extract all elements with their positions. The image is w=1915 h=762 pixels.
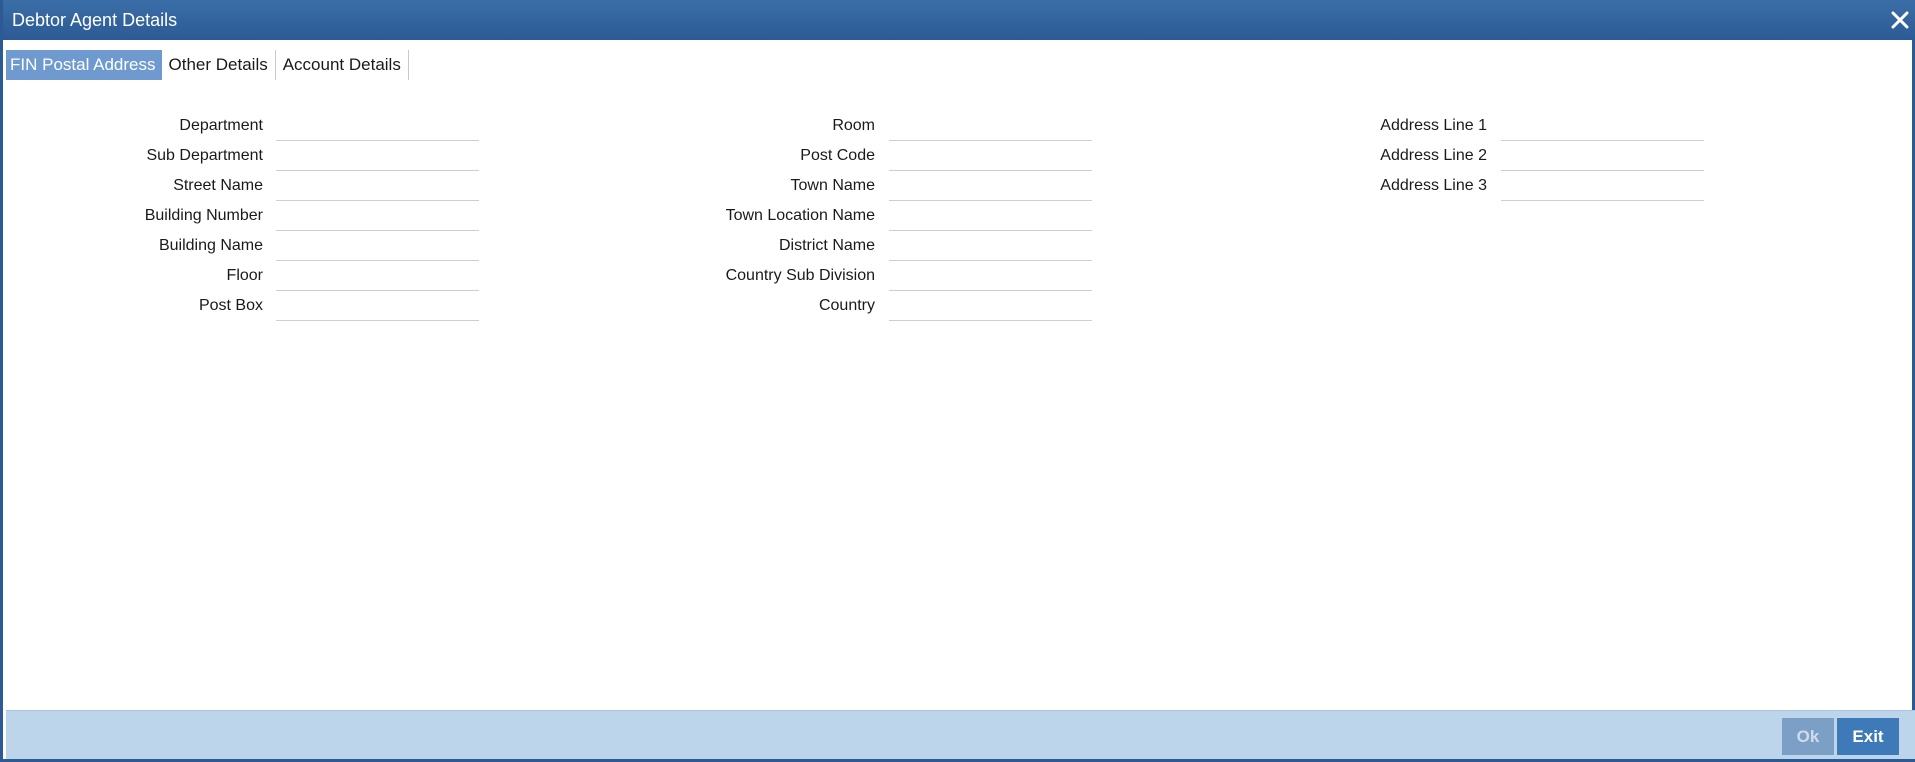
room-input[interactable] — [889, 111, 1092, 141]
street-name-label: Street Name — [173, 177, 263, 194]
close-icon[interactable] — [1888, 8, 1912, 32]
title-bar: Debtor Agent Details — [3, 0, 1915, 40]
building-name-row: Building Name — [3, 231, 263, 261]
tab-bar: FIN Postal Address Other Details Account… — [6, 50, 409, 80]
address-line-1-row: Address Line 1 — [1103, 111, 1487, 141]
department-label: Department — [179, 117, 263, 134]
country-input[interactable] — [889, 291, 1092, 321]
address-line-3-row: Address Line 3 — [1103, 171, 1487, 201]
town-name-input[interactable] — [889, 171, 1092, 201]
address-line-3-label: Address Line 3 — [1380, 177, 1487, 194]
floor-row: Floor — [3, 261, 263, 291]
address-line-1-label: Address Line 1 — [1380, 117, 1487, 134]
street-name-input[interactable] — [276, 171, 479, 201]
country-sub-division-input[interactable] — [889, 261, 1092, 291]
tab-account-details[interactable]: Account Details — [276, 50, 409, 80]
building-number-row: Building Number — [3, 201, 263, 231]
tab-fin-postal-address[interactable]: FIN Postal Address — [6, 50, 162, 80]
floor-input[interactable] — [276, 261, 479, 291]
sub-department-row: Sub Department — [3, 141, 263, 171]
post-box-label: Post Box — [198, 297, 263, 314]
post-box-input[interactable] — [276, 291, 479, 321]
building-number-label: Building Number — [144, 207, 263, 224]
address-line-3-input[interactable] — [1501, 171, 1704, 201]
floor-label: Floor — [226, 267, 263, 284]
ok-button[interactable]: Ok — [1782, 718, 1834, 755]
district-name-label: District Name — [778, 237, 875, 254]
town-location-name-row: Town Location Name — [503, 201, 875, 231]
district-name-row: District Name — [503, 231, 875, 261]
country-row: Country — [503, 291, 875, 321]
sub-department-label: Sub Department — [146, 147, 263, 164]
town-name-label: Town Name — [790, 177, 875, 194]
street-name-row: Street Name — [3, 171, 263, 201]
department-input[interactable] — [276, 111, 479, 141]
country-label: Country — [818, 297, 875, 314]
sub-department-input[interactable] — [276, 141, 479, 171]
post-code-input[interactable] — [889, 141, 1092, 171]
address-line-2-row: Address Line 2 — [1103, 141, 1487, 171]
country-sub-division-row: Country Sub Division — [503, 261, 875, 291]
address-line-2-input[interactable] — [1501, 141, 1704, 171]
town-location-name-input[interactable] — [889, 201, 1092, 231]
town-location-name-label: Town Location Name — [725, 207, 875, 224]
building-name-label: Building Name — [158, 237, 263, 254]
exit-button[interactable]: Exit — [1837, 718, 1899, 755]
footer-bar: Ok Exit — [6, 710, 1915, 759]
post-code-row: Post Code — [503, 141, 875, 171]
town-name-row: Town Name — [503, 171, 875, 201]
window-title: Debtor Agent Details — [12, 10, 178, 30]
address-line-2-label: Address Line 2 — [1380, 147, 1487, 164]
debtor-agent-details-window: Debtor Agent Details FIN Postal Address … — [0, 0, 1915, 762]
district-name-input[interactable] — [889, 231, 1092, 261]
address-line-1-input[interactable] — [1501, 111, 1704, 141]
post-code-label: Post Code — [800, 147, 875, 164]
room-row: Room — [503, 111, 875, 141]
country-sub-division-label: Country Sub Division — [725, 267, 875, 284]
tab-other-details[interactable]: Other Details — [162, 50, 276, 80]
building-name-input[interactable] — [276, 231, 479, 261]
building-number-input[interactable] — [276, 201, 479, 231]
room-label: Room — [832, 117, 875, 134]
department-row: Department — [3, 111, 263, 141]
post-box-row: Post Box — [3, 291, 263, 321]
